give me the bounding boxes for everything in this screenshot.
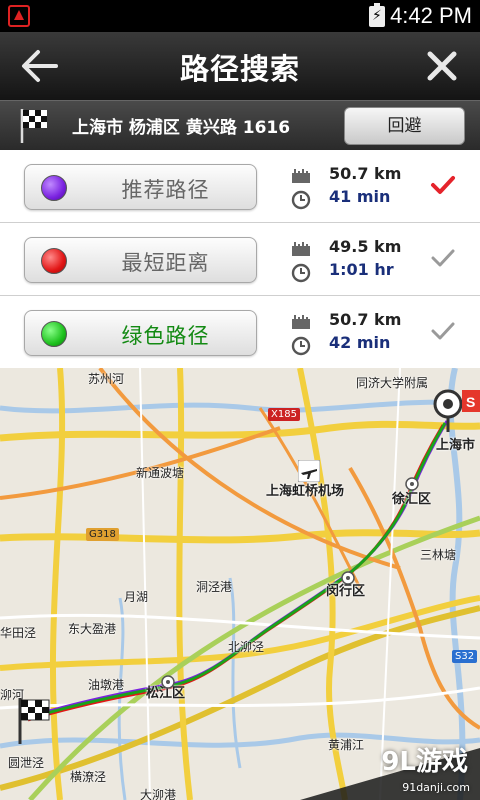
map-label: 东大盈港	[68, 622, 117, 636]
map-label: 油墩港	[88, 678, 125, 692]
map-label: 横潦泾	[70, 770, 107, 784]
distance-ruler-icon	[292, 315, 310, 329]
map-label: 新通波塘	[136, 466, 185, 480]
map-label: 三林塘	[420, 548, 457, 562]
map-label: 北泖泾	[228, 640, 265, 654]
waypoint-icon	[341, 571, 355, 585]
airport-icon	[298, 460, 320, 482]
map-label: 同济大学附属	[356, 376, 429, 390]
map-label: 上海虹桥机场	[266, 484, 345, 499]
close-icon[interactable]	[422, 46, 462, 86]
route-distance: 50.7 km	[329, 310, 402, 329]
destination-bar: 上海市 杨浦区 黄兴路 1616 回避	[0, 100, 480, 150]
route-button-green[interactable]: 绿色路径	[24, 310, 257, 356]
checkered-flag-icon	[20, 109, 47, 143]
route-button-recommended[interactable]: 推荐路径	[24, 164, 257, 210]
map-canvas	[0, 368, 480, 800]
distance-ruler-icon	[292, 169, 310, 183]
clock-icon	[291, 336, 311, 356]
page-title: 路径搜索	[179, 52, 300, 86]
route-distance: 49.5 km	[329, 237, 402, 256]
destination-address: 上海市 杨浦区 黄兴路 1616	[72, 118, 291, 138]
map-label: 苏州河	[88, 372, 125, 386]
distance-ruler-icon	[292, 242, 310, 256]
status-time: 4:42 PM	[390, 3, 472, 28]
route-label: 绿色路径	[121, 324, 210, 348]
route-option-shortest[interactable]: 最短距离 49.5 km 1:01 hr	[0, 223, 480, 296]
map-label: 大泖港	[140, 788, 177, 800]
waypoint-icon	[405, 477, 419, 491]
alert-notification-icon[interactable]	[8, 5, 30, 27]
destination-pin-icon: S	[433, 389, 480, 432]
start-flag-icon	[18, 698, 50, 744]
battery-charging-icon: ⚡	[369, 3, 385, 27]
route-duration: 42 min	[329, 333, 391, 352]
clock-icon	[291, 190, 311, 210]
map-label: 圆泄泾	[8, 756, 45, 770]
map-label: 黄浦江	[328, 738, 365, 752]
road-sign: X185	[268, 408, 300, 421]
route-distance: 50.7 km	[329, 164, 402, 183]
route-color-dot	[41, 175, 67, 201]
unselected-check-icon	[431, 322, 455, 340]
clock-icon	[291, 263, 311, 283]
route-label: 推荐路径	[121, 178, 210, 202]
route-option-green[interactable]: 绿色路径 50.7 km 42 min	[0, 296, 480, 368]
map-label: 月湖	[124, 590, 149, 604]
route-duration: 41 min	[329, 187, 391, 206]
route-button-shortest[interactable]: 最短距离	[24, 237, 257, 283]
status-bar: ⚡ 4:42 PM	[0, 0, 480, 32]
route-color-dot	[41, 321, 67, 347]
route-map[interactable]: 苏州河 同济大学附属 X185 新通波塘 上海虹桥机场 徐汇区 上海市 G318…	[0, 368, 480, 800]
route-label: 最短距离	[121, 251, 210, 275]
unselected-check-icon	[431, 249, 455, 267]
title-bar: 路径搜索	[0, 32, 480, 100]
svg-text:S: S	[466, 394, 475, 410]
avoid-button[interactable]: 回避	[344, 107, 465, 145]
map-label: 华田泾	[0, 626, 37, 640]
watermark-url: 91danji.com	[402, 781, 470, 794]
selected-check-icon	[431, 176, 455, 194]
road-sign: S32	[452, 650, 478, 663]
route-color-dot	[41, 248, 67, 274]
watermark-logo: 9L游戏	[381, 747, 468, 777]
road-sign: G318	[86, 528, 119, 541]
route-duration: 1:01 hr	[329, 260, 394, 279]
route-list: 推荐路径 50.7 km 41 min 最短距离 49.5 km 1:01 hr…	[0, 150, 480, 368]
map-label: 上海市	[436, 438, 476, 453]
route-option-recommended[interactable]: 推荐路径 50.7 km 41 min	[0, 150, 480, 223]
waypoint-icon	[161, 675, 175, 689]
map-label: 洞泾港	[196, 580, 233, 594]
